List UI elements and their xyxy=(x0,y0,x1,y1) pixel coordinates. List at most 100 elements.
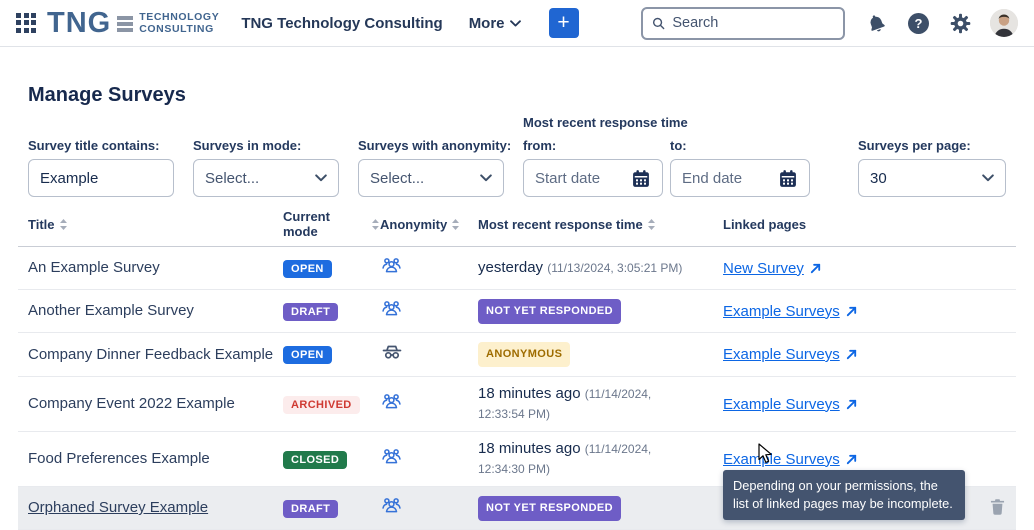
group-anonymity-icon xyxy=(380,494,403,517)
user-avatar[interactable] xyxy=(990,9,1018,37)
tng-logo[interactable]: TNG TECHNOLOGY CONSULTING xyxy=(47,9,219,38)
response-relative-time: 18 minutes ago xyxy=(478,440,585,457)
external-link-icon xyxy=(845,305,858,318)
trash-icon xyxy=(989,498,1006,516)
search-input[interactable] xyxy=(672,15,834,31)
column-header-label: Anonymity xyxy=(380,217,447,232)
calendar-icon[interactable] xyxy=(631,168,651,189)
app-grid-icon[interactable] xyxy=(16,13,37,34)
linked-page-link[interactable]: Example Surveys xyxy=(723,346,840,363)
external-link-icon xyxy=(845,453,858,466)
delete-survey-button[interactable] xyxy=(989,498,1006,519)
status-badge: NOT YET RESPONDED xyxy=(478,299,621,324)
filter-anonymity-value: Select... xyxy=(370,170,424,187)
column-header[interactable]: Anonymity xyxy=(380,217,478,232)
filter-per-page-select[interactable]: 30 xyxy=(858,159,1006,197)
survey-title-link[interactable]: An Example Survey xyxy=(28,259,160,276)
anonymity-cell xyxy=(380,494,478,522)
status-badge: CLOSED xyxy=(283,451,347,469)
row-actions-cell xyxy=(968,498,1006,519)
chevron-down-icon xyxy=(982,174,994,182)
survey-title-link[interactable]: Company Event 2022 Example xyxy=(28,395,235,412)
linked-page-link[interactable]: New Survey xyxy=(723,260,804,277)
response-cell: 18 minutes ago (11/14/2024, 12:33:54 PM) xyxy=(478,384,723,424)
survey-title-link[interactable]: Orphaned Survey Example xyxy=(28,499,208,516)
column-header[interactable]: Most recent response time xyxy=(478,217,723,232)
column-header[interactable]: Current mode xyxy=(283,209,380,239)
filter-title-contains-label: Survey title contains: xyxy=(28,138,159,153)
sort-icon xyxy=(451,218,460,231)
filter-mode-value: Select... xyxy=(205,170,259,187)
table-row[interactable]: Company Event 2022 Example ARCHIVED 18 m… xyxy=(18,377,1016,432)
mode-cell: OPEN xyxy=(283,259,380,278)
sort-icon xyxy=(647,218,656,231)
settings-gear-icon[interactable] xyxy=(950,13,971,34)
notifications-bell-icon[interactable] xyxy=(866,13,887,34)
filter-from-label: from: xyxy=(523,138,556,153)
anonymity-cell xyxy=(380,445,478,473)
linked-pages-cell: Example Surveys xyxy=(723,346,968,363)
filter-title-contains-field[interactable] xyxy=(28,159,174,197)
filter-mode-label: Surveys in mode: xyxy=(193,138,301,153)
column-header[interactable]: Title xyxy=(28,217,283,232)
linked-page-link[interactable]: Example Surveys xyxy=(723,396,840,413)
linked-pages-cell: Example Surveys xyxy=(723,303,968,320)
response-relative-time: 18 minutes ago xyxy=(478,385,585,402)
mode-cell: ARCHIVED xyxy=(283,395,380,414)
status-badge: OPEN xyxy=(283,260,332,278)
group-anonymity-icon xyxy=(380,390,403,413)
sort-icon xyxy=(371,218,380,231)
filters-bar: Survey title contains: Surveys in mode: … xyxy=(0,113,1034,197)
logo-line1: TECHNOLOGY xyxy=(139,11,219,23)
status-badge: ARCHIVED xyxy=(283,396,360,414)
logo-bars-icon xyxy=(117,16,133,31)
mode-cell: CLOSED xyxy=(283,450,380,469)
filter-to-date-field[interactable] xyxy=(670,159,810,197)
mode-cell: DRAFT xyxy=(283,302,380,321)
column-header-label: Title xyxy=(28,217,55,232)
page-title: Manage Surveys xyxy=(28,84,1034,107)
table-row[interactable]: An Example Survey OPEN yesterday (11/13/… xyxy=(18,247,1016,290)
anonymity-cell xyxy=(380,340,478,369)
response-cell: NOT YET RESPONDED xyxy=(478,496,723,521)
filter-from-date-field[interactable] xyxy=(523,159,663,197)
column-header-label: Linked pages xyxy=(723,217,806,232)
filter-per-page-value: 30 xyxy=(870,170,887,187)
anonymity-cell xyxy=(380,390,478,418)
filter-to-date-input[interactable] xyxy=(682,170,778,187)
nav-space-link[interactable]: TNG Technology Consulting xyxy=(241,15,442,32)
filter-title-contains-input[interactable] xyxy=(40,170,162,187)
external-link-icon xyxy=(845,348,858,361)
help-icon[interactable]: ? xyxy=(908,13,929,34)
survey-title-link[interactable]: Another Example Survey xyxy=(28,302,194,319)
survey-title-link[interactable]: Food Preferences Example xyxy=(28,450,210,467)
filter-per-page-label: Surveys per page: xyxy=(858,138,971,153)
logo-line2: CONSULTING xyxy=(139,23,219,35)
response-cell: NOT YET RESPONDED xyxy=(478,299,723,324)
table-row[interactable]: Another Example Survey DRAFT NOT YET RES… xyxy=(18,290,1016,333)
filter-from-date-input[interactable] xyxy=(535,170,631,187)
filter-mode-select[interactable]: Select... xyxy=(193,159,339,197)
filter-anonymity-label: Surveys with anonymity: xyxy=(358,138,511,153)
chevron-down-icon xyxy=(510,20,521,27)
search-icon xyxy=(652,16,665,31)
status-badge: OPEN xyxy=(283,346,332,364)
filter-anonymity-select[interactable]: Select... xyxy=(358,159,504,197)
calendar-icon[interactable] xyxy=(778,168,798,189)
chevron-down-icon xyxy=(480,174,492,182)
response-cell: 18 minutes ago (11/14/2024, 12:34:30 PM) xyxy=(478,439,723,479)
search-box[interactable] xyxy=(641,7,845,40)
create-button[interactable]: + xyxy=(549,8,579,38)
table-row[interactable]: Company Dinner Feedback Example OPEN ANO… xyxy=(18,333,1016,377)
anonymity-cell xyxy=(380,254,478,282)
surveys-table-header: Title Current mode Anonymity Most recent… xyxy=(18,209,1016,247)
status-badge: DRAFT xyxy=(283,500,338,518)
survey-title-link[interactable]: Company Dinner Feedback Example xyxy=(28,346,273,363)
group-anonymity-icon xyxy=(380,254,403,277)
logo-wordmark: TNG xyxy=(47,9,111,38)
linked-page-link[interactable]: Example Surveys xyxy=(723,303,840,320)
linked-page-link[interactable]: Example Surveys xyxy=(723,451,840,468)
nav-more-menu[interactable]: More xyxy=(469,15,521,32)
column-header-label: Current mode xyxy=(283,209,367,239)
mode-cell: OPEN xyxy=(283,345,380,364)
